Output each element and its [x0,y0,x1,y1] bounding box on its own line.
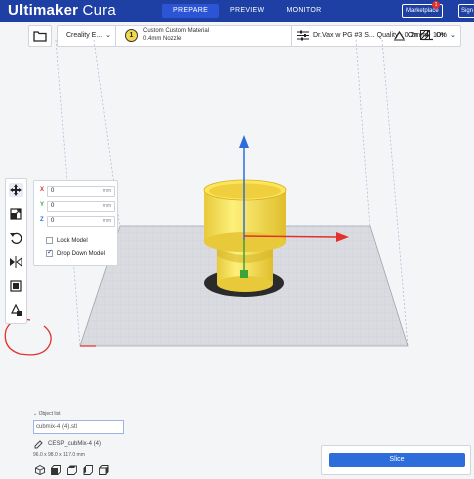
view-left-button[interactable] [81,464,94,476]
view-right-button[interactable] [97,464,110,476]
object-list-item[interactable]: cubmix-4 (4).stl [33,420,124,434]
y-unit: mm [102,203,111,209]
app-logo: Ultimaker Cura [8,2,116,19]
cube-left-icon [83,465,93,475]
support-blocker-icon [11,304,22,316]
mirror-icon [10,256,22,268]
object-list-header: Object list [38,411,61,417]
y-position-input[interactable]: 0 mm [47,201,115,212]
pencil-icon[interactable] [34,440,43,449]
model-dimensions: 96.0 x 98.0 x 117.0 mm [33,452,85,458]
view-3d-button[interactable] [33,464,46,476]
camera-view-buttons [33,464,110,476]
view-top-button[interactable] [65,464,78,476]
scale-icon [10,208,22,220]
tool-column [5,178,27,324]
tab-monitor[interactable]: MONITOR [275,4,332,18]
per-model-settings-button[interactable] [9,279,23,293]
app-title-main: Ultimaker [8,2,79,19]
y-position-value: 0 [51,203,55,209]
chevron-down-icon: ⌄ [33,411,38,417]
tab-prepare[interactable]: PREPARE [162,4,220,18]
move-tool-button[interactable] [9,183,23,197]
cube-top-icon [66,465,77,475]
z-axis-row: Z 0 mm [38,216,115,227]
move-tool-panel: X 0 mm Y 0 mm Z 0 mm Lock Model Drop Dow… [33,180,118,266]
rotate-icon [10,232,22,244]
z-unit: mm [102,218,111,224]
z-axis-arrow-icon [239,135,249,148]
z-axis-label: Z [40,217,44,223]
view-front-button[interactable] [49,464,62,476]
rotate-tool-button[interactable] [9,231,23,245]
job-name[interactable]: CESP_cubMix-4 (4) [48,441,101,447]
tab-preview[interactable]: PREVIEW [219,4,275,18]
x-position-input[interactable]: 0 mm [47,186,115,197]
annotation-circle [4,318,52,356]
top-header: Ultimaker Cura PREPARE PREVIEW MONITOR M… [0,0,474,22]
cube-front-icon [50,465,61,475]
x-axis-label: X [40,187,45,193]
object-list-toggle[interactable]: ⌄ Object list [33,411,61,417]
lock-model-label: Lock Model [57,238,88,244]
x-position-value: 0 [51,188,55,194]
lock-model-box[interactable] [46,237,53,244]
z-position-value: 0 [51,218,55,224]
drop-down-model-box[interactable] [46,248,53,258]
y-axis-row: Y 0 mm [38,201,115,212]
drop-down-model-label: Drop Down Model [57,251,106,257]
cube-right-icon [98,465,108,475]
cube-3d-icon [34,465,45,475]
mirror-tool-button[interactable] [9,255,23,269]
stage-tabs: PREPARE PREVIEW MONITOR [162,4,332,18]
x-axis-row: X 0 mm [38,186,115,197]
scale-tool-button[interactable] [9,207,23,221]
y-axis-label: Y [40,202,45,208]
move-icon [10,184,22,196]
notification-badge: 1 [432,1,440,9]
app-title-sub: Cura [82,2,116,19]
slice-button[interactable]: Slice [329,453,465,467]
z-position-input[interactable]: 0 mm [47,216,115,227]
y-axis-handle-icon [240,270,248,278]
x-unit: mm [102,188,111,194]
signin-button[interactable]: Sign [458,4,474,18]
support-blocker-button[interactable] [9,303,23,317]
per-model-settings-icon [10,280,22,292]
slice-panel: Slice [321,445,471,475]
